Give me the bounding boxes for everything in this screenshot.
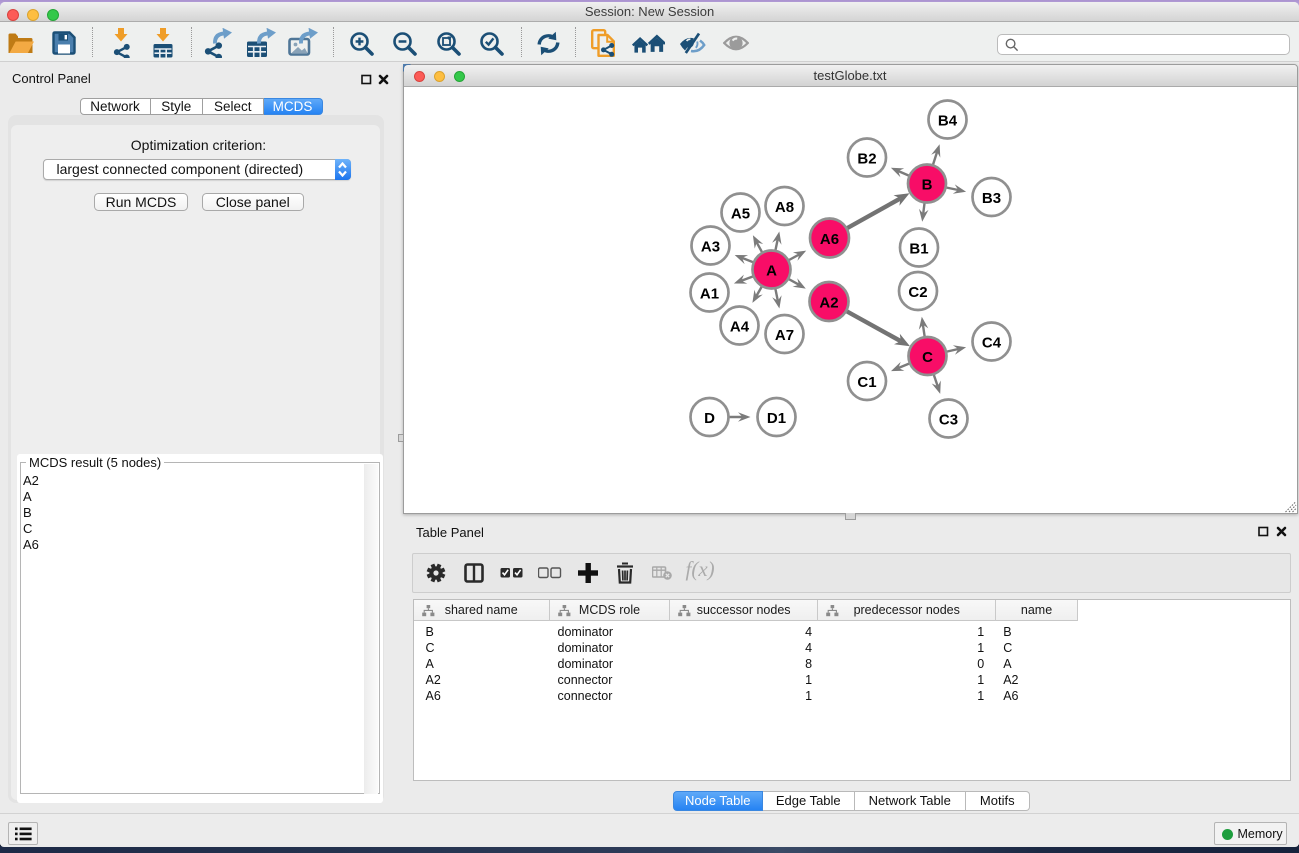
svg-text:D1: D1 (767, 410, 786, 427)
svg-text:A1: A1 (700, 286, 719, 303)
svg-text:B: B (922, 177, 933, 194)
svg-text:C: C (922, 349, 933, 366)
svg-text:A6: A6 (820, 231, 839, 248)
svg-text:B3: B3 (982, 190, 1001, 207)
svg-text:A3: A3 (701, 239, 720, 256)
svg-text:A4: A4 (730, 319, 750, 336)
svg-text:C1: C1 (857, 374, 876, 391)
svg-text:B4: B4 (938, 113, 958, 130)
svg-text:D: D (704, 410, 715, 427)
svg-text:A8: A8 (775, 199, 794, 216)
svg-text:A2: A2 (819, 295, 838, 312)
svg-text:C3: C3 (939, 412, 958, 429)
svg-text:A: A (766, 263, 777, 280)
svg-text:A5: A5 (731, 206, 750, 223)
svg-text:A7: A7 (775, 327, 794, 344)
svg-text:C2: C2 (908, 284, 927, 301)
svg-text:C4: C4 (982, 335, 1002, 352)
svg-text:B2: B2 (857, 151, 876, 168)
svg-text:B1: B1 (909, 241, 928, 258)
